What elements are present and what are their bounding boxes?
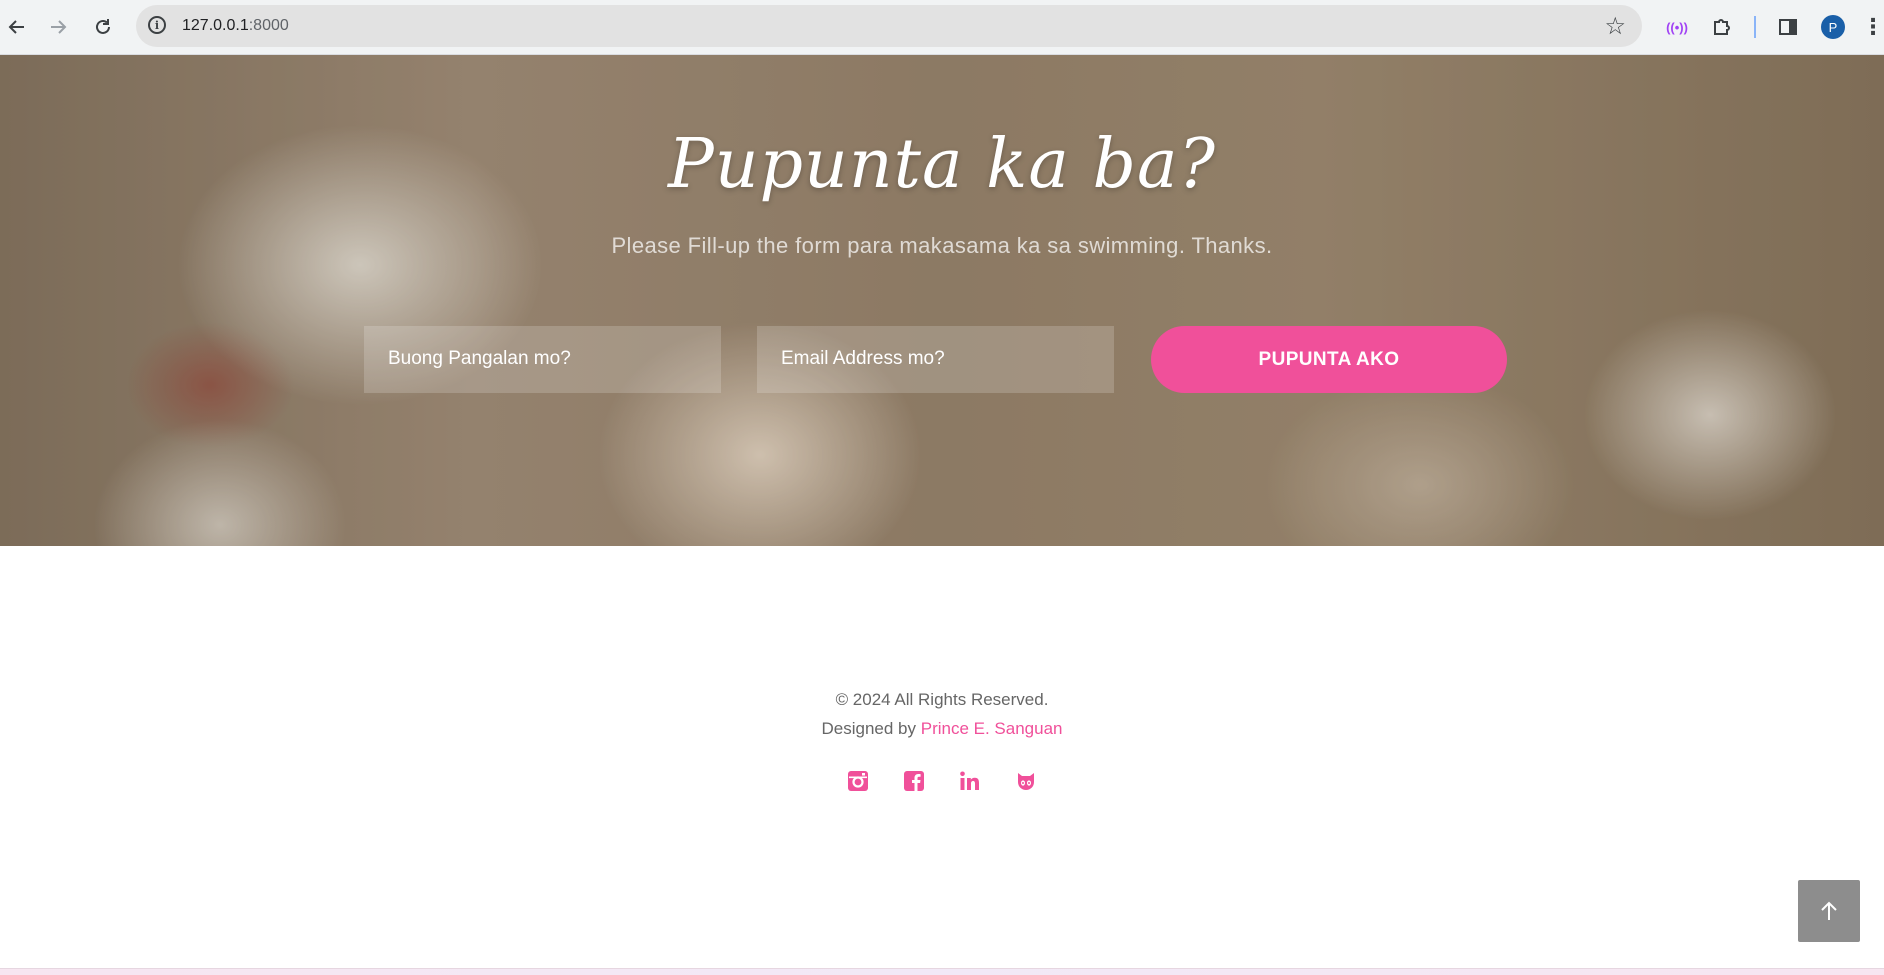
media-cast-icon[interactable]: ((•))	[1662, 12, 1692, 42]
browser-menu-icon[interactable]: ⋮	[1862, 12, 1884, 42]
back-to-top-button[interactable]	[1798, 880, 1860, 942]
designed-by-line: Designed by Prince E. Sanguan	[0, 719, 1884, 739]
url-text: 127.0.0.1:8000	[182, 17, 289, 35]
email-input[interactable]: Email Address mo?	[757, 326, 1114, 393]
toolbar-divider	[1754, 16, 1756, 38]
extensions-puzzle-icon[interactable]	[1707, 12, 1737, 42]
facebook-icon[interactable]	[901, 768, 927, 794]
bookmark-star-icon[interactable]: ☆	[1604, 12, 1626, 41]
github-icon[interactable]	[1013, 768, 1039, 794]
submit-button[interactable]: PUPUNTA AKO	[1151, 326, 1507, 393]
social-links	[0, 768, 1884, 794]
name-placeholder: Buong Pangalan mo?	[388, 348, 571, 369]
back-arrow-icon[interactable]	[0, 10, 34, 44]
hero-title: Pupunta ka ba?	[667, 125, 1217, 204]
copyright-text: © 2024 All Rights Reserved.	[835, 690, 1049, 709]
designer-link[interactable]: Prince E. Sanguan	[921, 719, 1063, 738]
address-bar[interactable]: i 127.0.0.1:8000 ☆	[136, 5, 1642, 47]
instagram-icon[interactable]	[845, 768, 871, 794]
profile-avatar[interactable]: P	[1821, 15, 1845, 39]
forward-arrow-icon[interactable]	[41, 10, 75, 44]
arrow-up-icon	[1821, 901, 1837, 920]
hero-subtitle: Please Fill-up the form para makasama ka…	[611, 233, 1273, 258]
hero-section: Pupunta ka ba? Please Fill-up the form p…	[0, 55, 1884, 546]
side-panel-icon[interactable]	[1773, 12, 1803, 42]
linkedin-icon[interactable]	[957, 768, 983, 794]
reload-icon[interactable]	[86, 10, 120, 44]
browser-toolbar: i 127.0.0.1:8000 ☆ ((•)) P ⋮	[0, 0, 1884, 55]
url-host: 127.0.0.1	[182, 17, 249, 34]
email-placeholder: Email Address mo?	[781, 348, 945, 369]
url-port: :8000	[248, 17, 289, 34]
designed-by-prefix: Designed by	[821, 719, 916, 738]
site-info-icon[interactable]: i	[148, 16, 166, 34]
name-input[interactable]: Buong Pangalan mo?	[364, 326, 721, 393]
